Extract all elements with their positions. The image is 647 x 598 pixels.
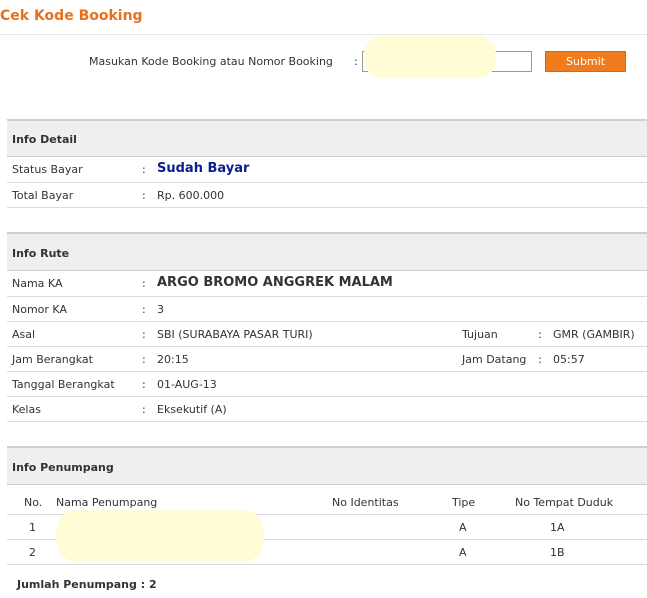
passenger-no: 2 bbox=[29, 546, 36, 559]
row-colon: : bbox=[142, 163, 146, 176]
row-colon: : bbox=[142, 353, 146, 366]
row-colon: : bbox=[538, 328, 542, 341]
passenger-seat: 1B bbox=[550, 546, 565, 559]
row-label: Status Bayar bbox=[12, 163, 83, 176]
row-colon: : bbox=[142, 277, 146, 290]
jam-datang-label: Jam Datang bbox=[462, 353, 527, 366]
rute-row-nomor-ka: Nomor KA : 3 bbox=[7, 297, 647, 322]
row-label: Jam Berangkat bbox=[12, 353, 93, 366]
detail-row-total-bayar: Total Bayar : Rp. 600.000 bbox=[7, 183, 647, 208]
total-bayar-value: Rp. 600.000 bbox=[157, 189, 225, 202]
row-colon: : bbox=[142, 403, 146, 416]
info-detail-header: Info Detail bbox=[7, 119, 647, 157]
passenger-type: A bbox=[459, 546, 467, 559]
col-header-nama: Nama Penumpang bbox=[56, 496, 158, 509]
passenger-count-summary: Jumlah Penumpang : 2 bbox=[17, 578, 157, 591]
rute-row-asal: Asal : SBI (SURABAYA PASAR TURI) Tujuan … bbox=[7, 322, 647, 347]
col-header-no: No. bbox=[24, 496, 43, 509]
submit-button[interactable]: Submit bbox=[545, 51, 626, 72]
nomor-ka-value: 3 bbox=[157, 303, 164, 316]
jam-berangkat-value: 20:15 bbox=[157, 353, 189, 366]
detail-row-status-bayar: Status Bayar : Sudah Bayar bbox=[7, 157, 647, 183]
rute-row-kelas: Kelas : Eksekutif (A) bbox=[7, 397, 647, 422]
info-rute-heading: Info Rute bbox=[12, 247, 70, 260]
jam-datang-value: 05:57 bbox=[553, 353, 585, 366]
row-label: Total Bayar bbox=[12, 189, 74, 202]
row-label: Kelas bbox=[12, 403, 41, 416]
kelas-value: Eksekutif (A) bbox=[157, 403, 227, 416]
col-header-kursi: No Tempat Duduk bbox=[515, 496, 614, 509]
tujuan-value: GMR (GAMBIR) bbox=[553, 328, 635, 341]
info-rute-header: Info Rute bbox=[7, 232, 647, 271]
row-label: Tanggal Berangkat bbox=[12, 378, 115, 391]
asal-value: SBI (SURABAYA PASAR TURI) bbox=[157, 328, 313, 341]
nama-ka-value: ARGO BROMO ANGGREK MALAM bbox=[157, 275, 393, 290]
rute-row-jam-berangkat: Jam Berangkat : 20:15 Jam Datang : 05:57 bbox=[7, 347, 647, 372]
row-label: Nomor KA bbox=[12, 303, 67, 316]
row-colon: : bbox=[142, 303, 146, 316]
info-penumpang-heading: Info Penumpang bbox=[12, 461, 114, 474]
row-colon: : bbox=[142, 328, 146, 341]
title-divider bbox=[0, 34, 647, 35]
status-bayar-value: Sudah Bayar bbox=[157, 161, 250, 176]
row-label: Nama KA bbox=[12, 277, 63, 290]
info-detail-heading: Info Detail bbox=[12, 133, 77, 146]
redaction-mark bbox=[56, 510, 264, 562]
col-header-identitas: No Identitas bbox=[332, 496, 399, 509]
tanggal-berangkat-value: 01-AUG-13 bbox=[157, 378, 217, 391]
col-header-tipe: Tipe bbox=[452, 496, 476, 509]
row-colon: : bbox=[142, 189, 146, 202]
passenger-no: 1 bbox=[29, 521, 36, 534]
rute-row-nama-ka: Nama KA : ARGO BROMO ANGGREK MALAM bbox=[7, 271, 647, 297]
row-colon: : bbox=[538, 353, 542, 366]
passenger-seat: 1A bbox=[550, 521, 565, 534]
page-title: Cek Kode Booking bbox=[0, 8, 143, 24]
row-colon: : bbox=[142, 378, 146, 391]
passenger-type: A bbox=[459, 521, 467, 534]
row-label: Asal bbox=[12, 328, 36, 341]
rute-row-tanggal-berangkat: Tanggal Berangkat : 01-AUG-13 bbox=[7, 372, 647, 397]
booking-code-label: Masukan Kode Booking atau Nomor Booking bbox=[89, 55, 333, 68]
tujuan-label: Tujuan bbox=[462, 328, 498, 341]
info-penumpang-header: Info Penumpang bbox=[7, 446, 647, 485]
redaction-mark bbox=[364, 36, 496, 78]
booking-code-colon: : bbox=[354, 55, 358, 68]
